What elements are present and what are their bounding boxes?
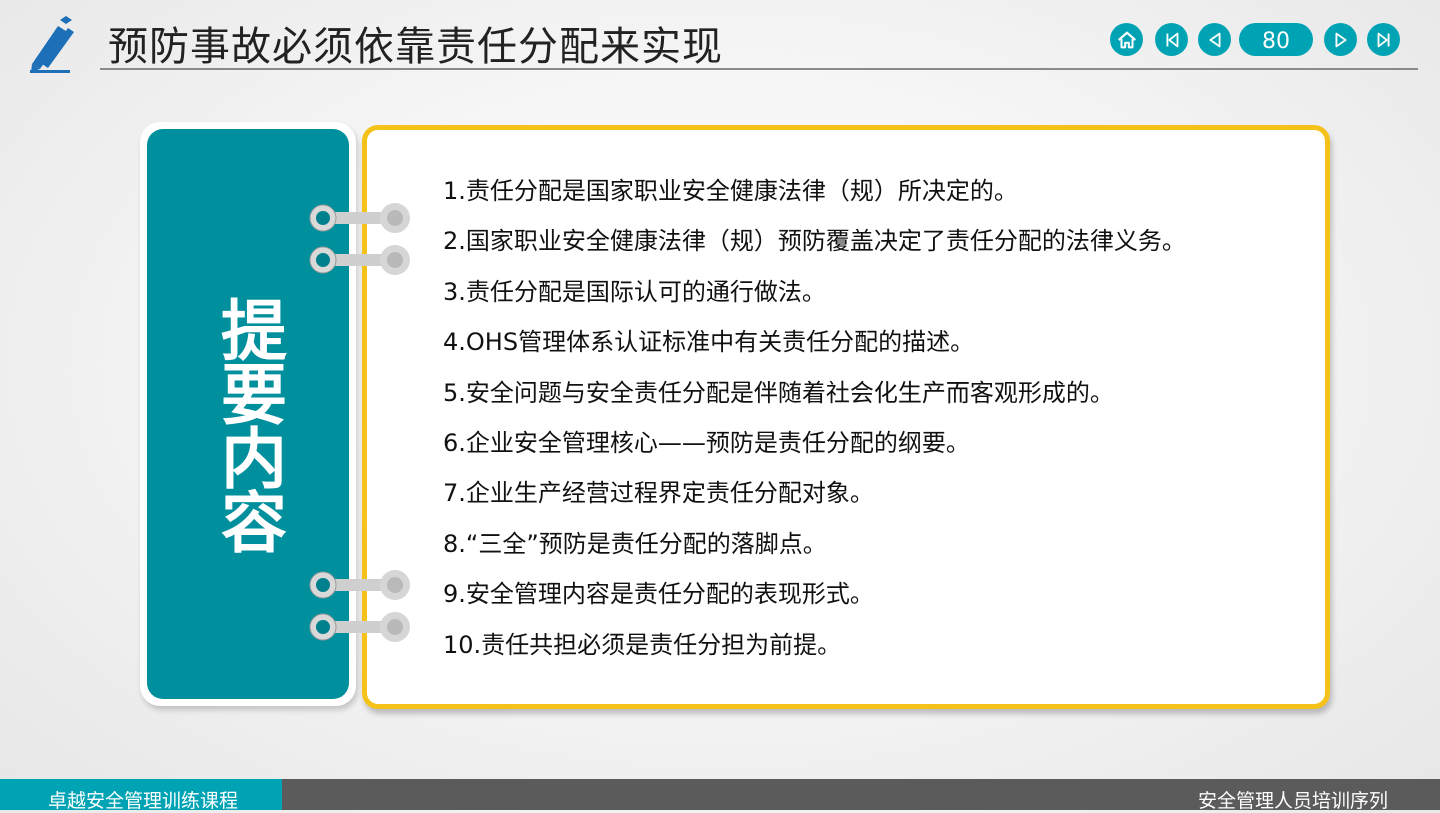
- list-item: 2.国家职业安全健康法律（规）预防覆盖决定了责任分配的法律义务。: [443, 227, 1186, 256]
- list-item: 9.安全管理内容是责任分配的表现形式。: [443, 580, 874, 609]
- binder-ring-icon: [309, 570, 410, 600]
- first-page-button[interactable]: [1155, 23, 1188, 56]
- last-page-icon: [1377, 32, 1389, 47]
- first-page-icon: [1166, 32, 1178, 47]
- home-icon: [1117, 31, 1136, 48]
- list-item: 4.OHS管理体系认证标准中有关责任分配的描述。: [443, 328, 975, 357]
- binder-ring-icon: [309, 245, 410, 275]
- list-item: 8.“三全”预防是责任分配的落脚点。: [443, 529, 827, 558]
- footer-course-name: 卓越安全管理训练课程: [48, 790, 239, 812]
- list-item: 10.责任共担必须是责任分担为前提。: [443, 630, 842, 659]
- page-title: 预防事故必须依靠责任分配来实现: [108, 24, 723, 70]
- side-panel-title: 提要内容: [221, 293, 287, 562]
- pencil-logo-icon: [28, 14, 78, 74]
- previous-page-icon: [1209, 32, 1220, 47]
- page-number-badge: 80: [1239, 23, 1313, 56]
- home-button[interactable]: [1110, 23, 1143, 56]
- previous-page-button[interactable]: [1198, 23, 1231, 56]
- binder-ring-icon: [309, 612, 410, 642]
- list-item: 7.企业生产经营过程界定责任分配对象。: [443, 479, 874, 508]
- title-divider: [100, 68, 1418, 70]
- list-item: 3.责任分配是国际认可的通行做法。: [443, 277, 826, 306]
- last-page-button[interactable]: [1367, 23, 1400, 56]
- next-page-button[interactable]: [1324, 23, 1357, 56]
- content-list: 1.责任分配是国家职业安全健康法律（规）所决定的。 2.国家职业安全健康法律（规…: [443, 172, 1186, 676]
- list-item: 6.企业安全管理核心——预防是责任分配的纲要。: [443, 428, 970, 457]
- list-item: 1.责任分配是国家职业安全健康法律（规）所决定的。: [443, 177, 1018, 205]
- list-item: 5.安全问题与安全责任分配是伴随着社会化生产而客观形成的。: [443, 378, 1114, 407]
- binder-ring-icon: [309, 203, 410, 233]
- next-page-icon: [1335, 32, 1346, 47]
- footer-series-name: 安全管理人员培训序列: [1197, 790, 1388, 812]
